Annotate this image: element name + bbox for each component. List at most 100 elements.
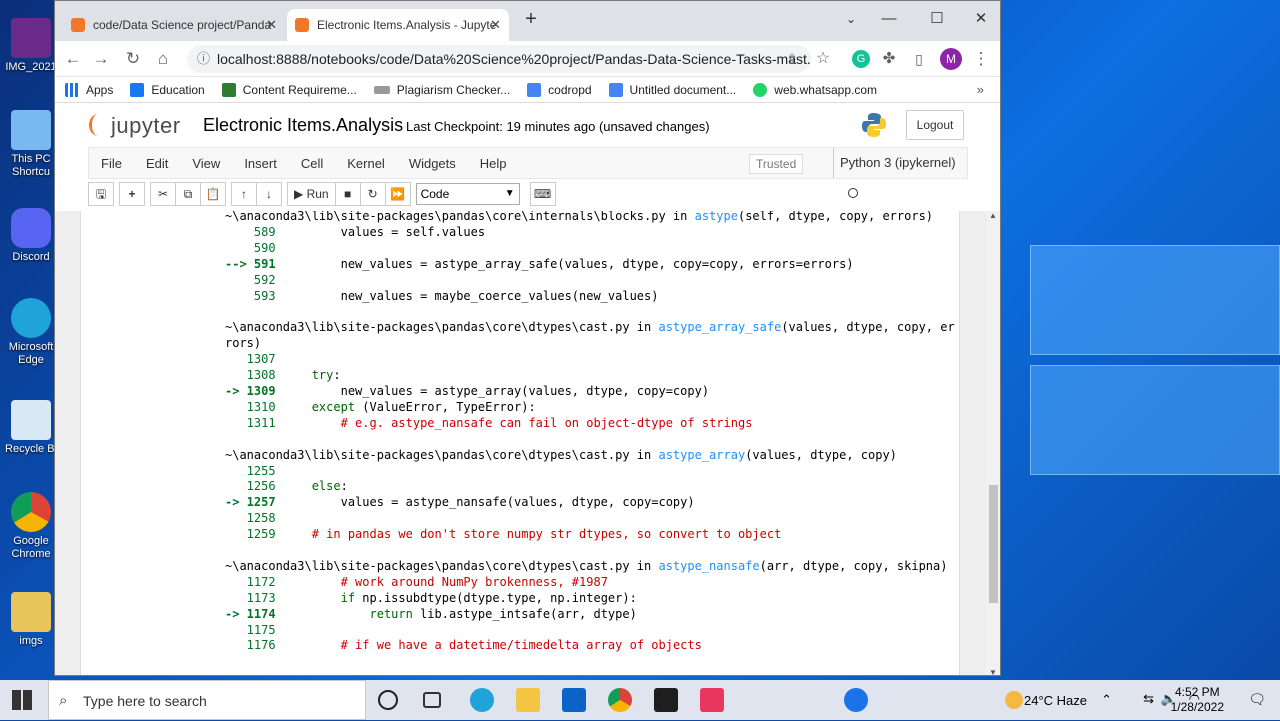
bookmark-untitled-doc[interactable]: Untitled document... [608,82,736,97]
more-bookmarks-icon[interactable]: » [977,82,984,97]
desktop-icon-this-pc[interactable]: This PC Shortcu [2,110,60,179]
menu-help[interactable]: Help [468,156,519,171]
bookmark-codropd[interactable]: codropd [527,82,592,97]
desktop-icon-img[interactable]: IMG_2021 [2,18,60,74]
cell-type-select[interactable]: Code ▼ [415,183,520,205]
notebook-menubar: File Edit View Insert Cell Kernel Widget… [88,147,968,198]
menu-widgets[interactable]: Widgets [397,156,468,171]
facebook-icon [130,82,145,97]
close-window-icon[interactable]: ✕ [967,7,995,31]
fast-forward-icon[interactable]: ⏩ [384,182,411,206]
play-icon: ▶ [294,187,304,201]
desktop-icon-edge[interactable]: Microsoft Edge [2,298,60,367]
move-up-icon[interactable]: ↑ [231,182,257,206]
task-view-icon[interactable] [423,692,441,708]
logout-button[interactable]: Logout [906,110,964,140]
menu-edit[interactable]: Edit [134,156,180,171]
stop-icon[interactable]: ■ [334,182,361,206]
jupyter-logo[interactable]: jupyter [89,113,181,139]
whatsapp-icon [753,82,768,97]
bookmark-education[interactable]: Education [130,82,205,97]
maximize-icon[interactable]: ☐ [923,7,951,31]
run-button[interactable]: ▶ Run [287,182,336,206]
scrollbar-thumb[interactable] [989,485,998,603]
copy-icon[interactable]: ⧉ [175,182,201,206]
tab-code-folder[interactable]: code/Data Science project/Panda ✕ [63,9,285,41]
file-explorer-icon[interactable] [516,688,540,712]
share-icon[interactable]: ⇪ [780,47,804,71]
windows-taskbar: ⌕ Type here to search 24°C Haze ⌃ ⇆ 🔈 ◠ 4… [0,680,1280,720]
vertical-scrollbar[interactable]: ▲ ▼ [986,211,1000,675]
close-tab-icon[interactable]: ✕ [490,17,501,33]
notebook-title[interactable]: Electronic Items.Analysis [203,115,403,136]
notebook-toolbar: 🖫 + ✂ ⧉ 📋 ↑ ↓ ▶ Run ■ ↻ ⏩ Code ▼ ⌨ [88,181,968,207]
bookmark-whatsapp[interactable]: web.whatsapp.com [753,82,877,97]
menu-insert[interactable]: Insert [232,156,289,171]
address-bar-row: ← → ↻ ⌂ ⓘ localhost:8888/notebooks/code/D… [55,41,1000,77]
chrome-taskbar-icon[interactable] [608,688,632,712]
menu-kernel[interactable]: Kernel [335,156,397,171]
traceback-output: ~\anaconda3\lib\site-packages\pandas\cor… [225,211,955,653]
docs-icon [608,82,623,97]
sst-favicon-icon [373,85,390,94]
info-icon: ⓘ [197,51,211,66]
forward-icon[interactable]: → [89,47,113,71]
move-down-icon[interactable]: ↓ [256,182,282,206]
terminal-icon[interactable] [654,688,678,712]
keyboard-icon[interactable]: ⌨ [529,182,556,206]
weather-sun-icon [1005,691,1023,709]
reload-icon[interactable]: ↻ [121,47,145,71]
cut-icon[interactable]: ✂ [150,182,176,206]
home-icon[interactable]: ⌂ [151,47,175,71]
chevron-up-icon[interactable]: ⌃ [1101,692,1112,708]
paste-icon[interactable]: 📋 [200,182,226,206]
bookmark-star-icon[interactable]: ☆ [811,47,835,71]
extensions-icon[interactable]: ✤ [877,47,901,71]
profile-avatar[interactable]: M [940,48,962,70]
bookmark-plagiarism[interactable]: Plagiarism Checker... [373,83,510,97]
bookmark-apps[interactable]: Apps [65,82,113,97]
menu-view[interactable]: View [180,156,232,171]
grammarly-icon[interactable]: G [852,50,870,68]
store-icon[interactable] [562,688,586,712]
cortana-icon[interactable] [378,690,398,710]
menu-file[interactable]: File [89,156,134,171]
menu-cell[interactable]: Cell [289,156,335,171]
trusted-badge[interactable]: Trusted [749,154,804,174]
tab-search-chevron-icon[interactable]: ⌄ [837,7,865,31]
bookmark-favicon-icon [221,82,236,97]
desktop-icon-imgs[interactable]: imgs [2,592,60,648]
notification-icon[interactable]: 🗨 [1248,691,1266,708]
desktop-icon-chrome[interactable]: Google Chrome [2,492,60,561]
desktop-icon-recycle-bin[interactable]: Recycle Bi [2,400,60,456]
close-tab-icon[interactable]: ✕ [266,17,277,33]
clock[interactable]: 4:52 PM 1/28/2022 [1171,685,1224,715]
desktop-icon-discord[interactable]: Discord [2,208,60,264]
tab-electronic-items[interactable]: Electronic Items.Analysis - Jupyte ✕ [287,9,509,41]
jupyter-header: jupyter Electronic Items.Analysis Last C… [55,103,1000,147]
windows-logo-pane [1030,365,1280,475]
minimize-icon[interactable]: — [875,7,903,31]
side-panel-icon[interactable]: ▯ [907,47,931,71]
url-field[interactable]: ⓘ localhost:8888/notebooks/code/Data%20Sc… [187,45,811,73]
chrome-menu-icon[interactable]: ⋮ [969,47,993,71]
taskbar-search-field[interactable]: ⌕ Type here to search [48,680,366,720]
new-tab-plus-icon[interactable]: + [517,7,545,31]
back-icon[interactable]: ← [61,47,85,71]
windows-start-icon[interactable] [12,690,32,710]
chevron-down-icon: ▼ [504,188,515,199]
edge-taskbar-icon[interactable] [470,688,494,712]
docs-icon [527,82,542,97]
save-icon[interactable]: 🖫 [88,182,114,206]
weather-text[interactable]: 24°C Haze [1024,693,1087,708]
output-cell: ~\anaconda3\lib\site-packages\pandas\cor… [80,211,960,675]
scroll-up-icon[interactable]: ▲ [986,211,1000,220]
help-icon[interactable] [844,688,868,712]
bookmark-content[interactable]: Content Requireme... [221,82,357,97]
restart-icon[interactable]: ↻ [359,182,386,206]
insert-cell-plus-icon[interactable]: + [119,182,145,206]
kernel-indicator: Python 3 (ipykernel) [833,148,967,198]
network-icon[interactable]: ⇆ [1143,691,1154,707]
scroll-down-icon[interactable]: ▼ [986,668,1000,675]
app-taskbar-icon[interactable] [700,688,724,712]
